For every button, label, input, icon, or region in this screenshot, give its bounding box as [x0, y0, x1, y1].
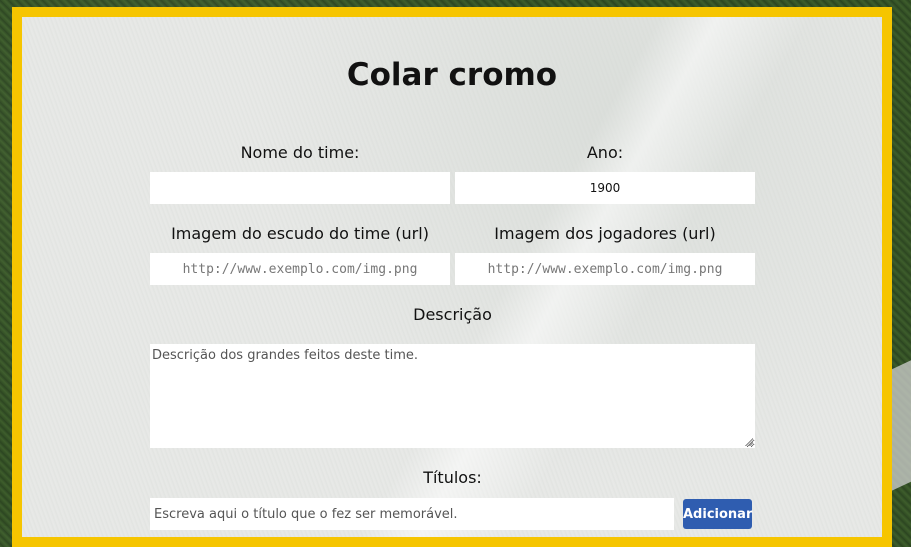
team-name-input[interactable] — [150, 172, 450, 204]
year-label: Ano: — [586, 143, 624, 162]
page-title: Colar cromo — [346, 57, 558, 93]
players-url-label: Imagem dos jogadores (url) — [494, 224, 716, 243]
crest-url-label: Imagem do escudo do time (url) — [171, 224, 429, 243]
description-textarea[interactable] — [150, 344, 755, 448]
description-label: Descrição — [413, 305, 492, 324]
add-title-button[interactable]: Adicionar — [683, 499, 752, 529]
textarea-resize-handle[interactable] — [745, 438, 753, 446]
crest-url-input[interactable] — [150, 253, 450, 285]
title-input[interactable] — [150, 498, 674, 530]
titles-label: Títulos: — [423, 468, 482, 487]
players-url-input[interactable] — [455, 253, 755, 285]
team-name-label: Nome do time: — [240, 143, 360, 162]
sticker-form-card: Colar cromo Nome do time: Ano: Imagem do… — [12, 7, 892, 547]
year-input[interactable] — [455, 172, 755, 204]
